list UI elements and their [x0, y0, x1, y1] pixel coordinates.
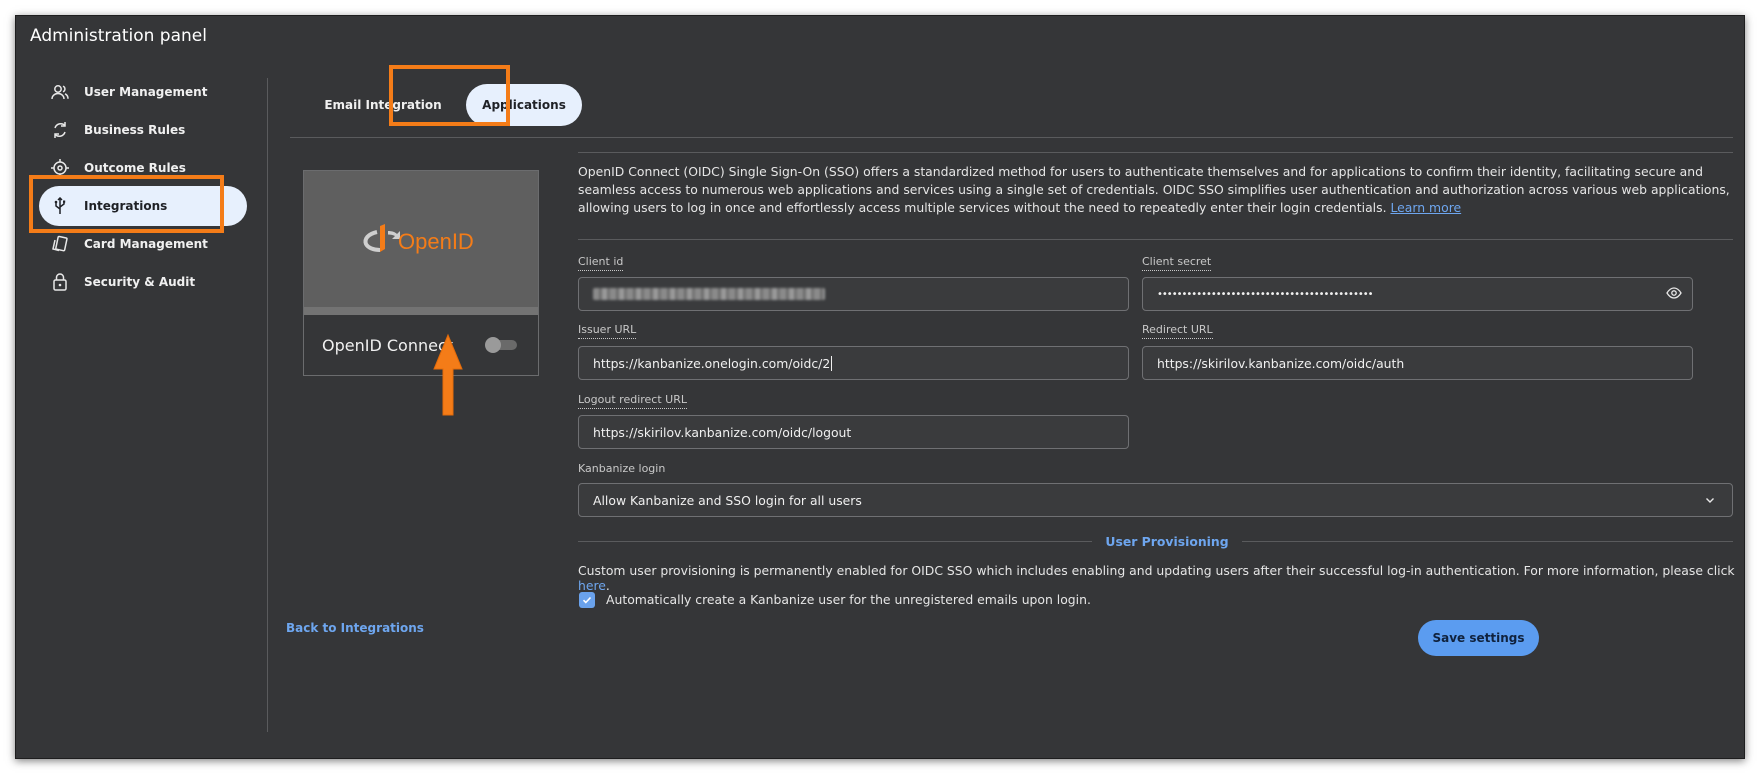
client-secret-label: Client secret — [1142, 255, 1212, 271]
sidebar-item-security-audit[interactable]: Security & Audit — [39, 262, 247, 302]
content-top-divider — [578, 152, 1733, 153]
redacted-value — [593, 288, 825, 300]
card-divider — [304, 307, 538, 315]
save-settings-button[interactable]: Save settings — [1418, 620, 1539, 656]
issuer-url-label: Issuer URL — [578, 323, 637, 339]
sidebar-item-business-rules[interactable]: Business Rules — [39, 110, 247, 150]
refresh-icon — [50, 120, 70, 140]
sidebar-item-label: Security & Audit — [84, 275, 196, 289]
kanbanize-login-value: Allow Kanbanize and SSO login for all us… — [593, 492, 862, 508]
client-id-field[interactable] — [578, 277, 1129, 311]
kanbanize-login-select[interactable]: Allow Kanbanize and SSO login for all us… — [578, 483, 1733, 517]
description-divider — [578, 239, 1733, 240]
sidebar-item-label: User Management — [84, 85, 208, 99]
logout-redirect-url-value: https://skirilov.kanbanize.com/oidc/logo… — [593, 424, 852, 440]
provisioning-text: Custom user provisioning is permanently … — [578, 563, 1744, 593]
tabs-divider — [290, 137, 1733, 138]
description-text: OpenID Connect (OIDC) Single Sign-On (SS… — [578, 164, 1730, 215]
toggle-knob — [485, 337, 501, 353]
svg-text:OpenID: OpenID — [398, 229, 474, 254]
enable-toggle[interactable] — [485, 337, 519, 353]
client-secret-field[interactable]: ••••••••••••••••••••••••••••••••••••••••… — [1142, 277, 1693, 311]
sidebar-item-label: Outcome Rules — [84, 161, 186, 175]
openid-connect-card[interactable]: OpenID OpenID Connect — [303, 170, 539, 376]
issuer-url-field[interactable]: https://kanbanize.onelogin.com/oidc/2 — [578, 346, 1129, 380]
cards-icon — [50, 234, 70, 254]
show-password-icon[interactable] — [1666, 287, 1682, 302]
integrations-highlight — [29, 175, 224, 233]
logout-redirect-url-label: Logout redirect URL — [578, 393, 687, 409]
provisioning-description: Custom user provisioning is permanently … — [578, 563, 1735, 578]
applications-tab-highlight — [389, 65, 510, 126]
here-link[interactable]: here — [578, 578, 606, 593]
text-cursor — [831, 355, 833, 371]
sidebar-item-label: Card Management — [84, 237, 208, 251]
redirect-url-value: https://skirilov.kanbanize.com/oidc/auth — [1157, 355, 1405, 371]
openid-logo-icon: OpenID — [363, 224, 474, 254]
redirect-url-field[interactable]: https://skirilov.kanbanize.com/oidc/auth — [1142, 346, 1693, 380]
client-id-label: Client id — [578, 255, 624, 271]
back-to-integrations-link[interactable]: Back to Integrations — [286, 621, 424, 635]
app-logo-area: OpenID — [304, 171, 538, 307]
kanbanize-login-label: Kanbanize login — [578, 462, 666, 475]
provisioning-period: . — [605, 578, 610, 593]
logout-redirect-url-field[interactable]: https://skirilov.kanbanize.com/oidc/logo… — [578, 415, 1129, 449]
sidebar-divider — [267, 78, 268, 732]
learn-more-link[interactable]: Learn more — [1390, 200, 1461, 215]
pointer-arrow-icon — [433, 333, 463, 416]
sidebar-item-label: Business Rules — [84, 123, 186, 137]
auto-create-checkbox[interactable] — [579, 592, 595, 608]
issuer-url-value: https://kanbanize.onelogin.com/oidc/2 — [593, 355, 831, 371]
oidc-description: OpenID Connect (OIDC) Single Sign-On (SS… — [578, 163, 1734, 217]
auto-create-label: Automatically create a Kanbanize user fo… — [606, 592, 1091, 607]
users-icon — [50, 82, 70, 102]
lock-icon — [50, 272, 70, 292]
sidebar-item-user-management[interactable]: User Management — [39, 72, 247, 112]
client-secret-value: ••••••••••••••••••••••••••••••••••••••••… — [1157, 288, 1374, 300]
user-provisioning-title: User Provisioning — [1092, 534, 1242, 549]
redirect-url-label: Redirect URL — [1142, 323, 1213, 339]
administration-panel: Administration panel User Management Bus… — [15, 15, 1745, 759]
check-icon — [582, 596, 592, 604]
chevron-down-icon — [1704, 494, 1716, 509]
panel-title: Administration panel — [30, 26, 207, 46]
